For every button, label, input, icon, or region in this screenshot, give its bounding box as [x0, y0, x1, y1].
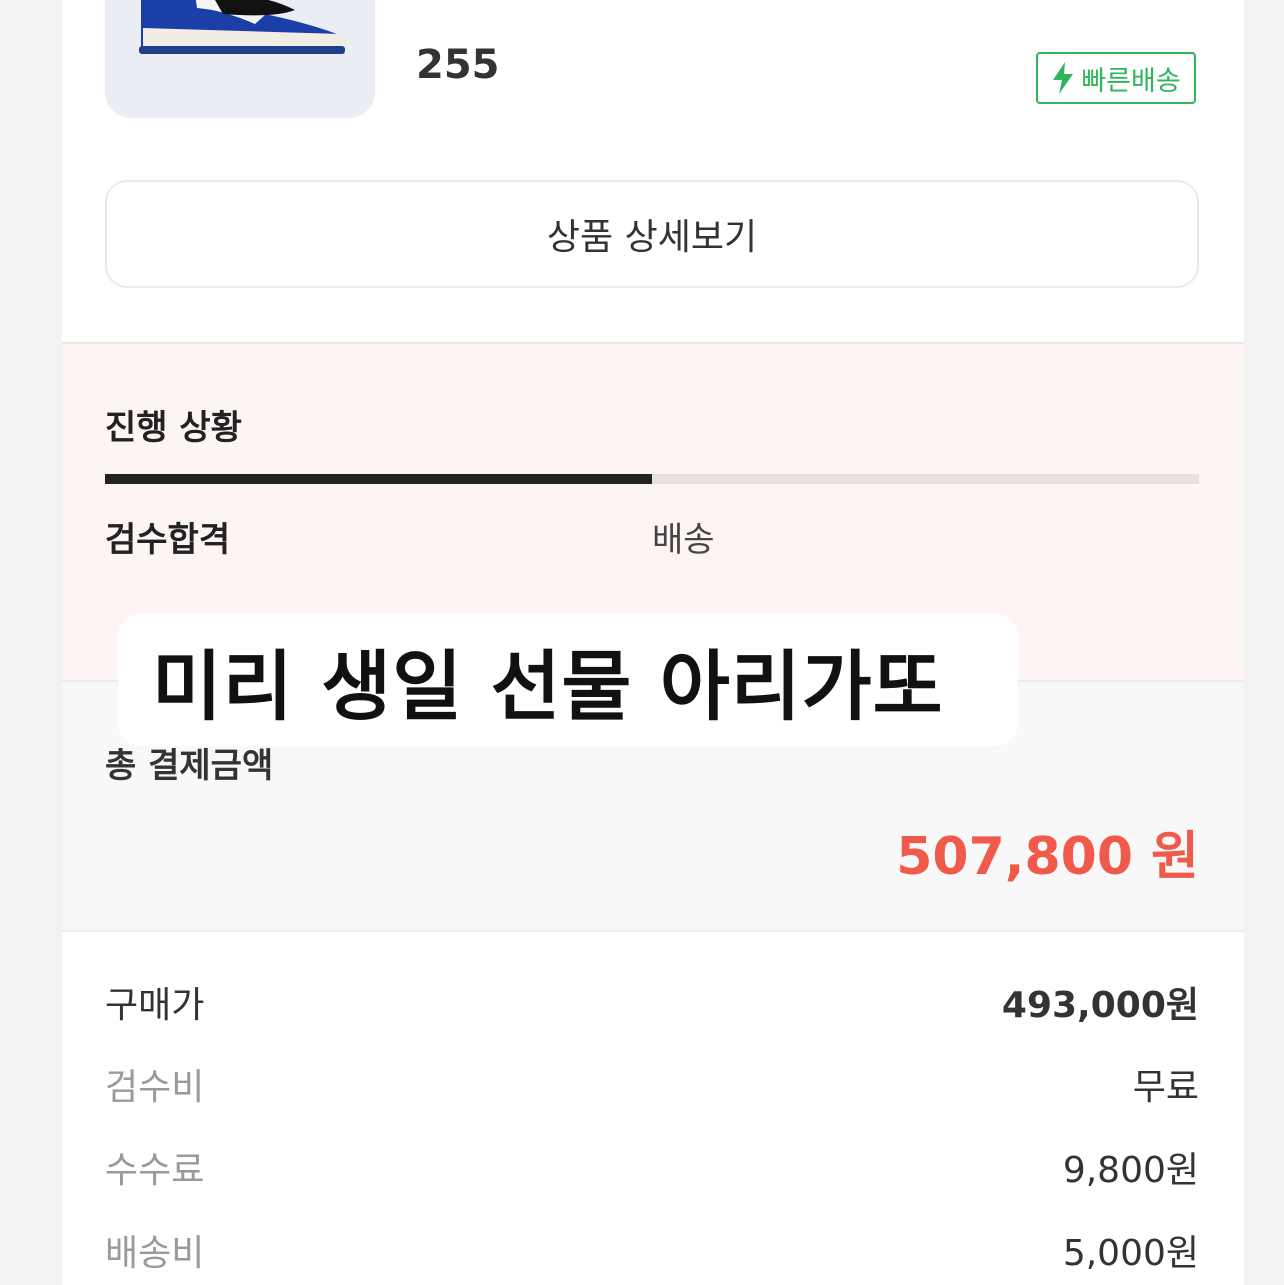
fast-delivery-badge: 빠른배송	[1036, 52, 1196, 104]
breakdown-row-purchase-price: 구매가 493,000원	[105, 972, 1199, 1032]
sneaker-image	[139, 0, 345, 54]
progress-title: 진행 상황	[105, 408, 242, 448]
progress-step-next: 배송	[652, 520, 715, 560]
breakdown-label: 수수료	[105, 1150, 205, 1191]
progress-fill	[105, 474, 652, 484]
fast-delivery-label: 빠른배송	[1081, 65, 1181, 97]
caption-overlay: 미리 생일 선물 아리가또	[118, 614, 1018, 746]
price-breakdown: 구매가 493,000원 검수비 무료 수수료 9,800원 배송비 5,000…	[62, 932, 1244, 1285]
breakdown-value: 무료	[1132, 1067, 1199, 1108]
breakdown-label: 검수비	[105, 1067, 205, 1108]
product-thumbnail[interactable]	[105, 0, 375, 118]
breakdown-row-shipping-fee: 배송비 5,000원	[105, 1220, 1199, 1280]
breakdown-value: 493,000원	[1001, 985, 1199, 1026]
progress-step-current: 검수합격	[105, 520, 231, 560]
total-payment-amount: 507,800 원	[896, 827, 1199, 887]
product-section: 255 빠른배송 상품 상세보기	[62, 0, 1244, 342]
progress-track	[105, 474, 1199, 484]
breakdown-value: 9,800원	[1062, 1150, 1199, 1191]
breakdown-label: 배송비	[105, 1233, 205, 1274]
product-size: 255	[416, 42, 500, 88]
lightning-icon	[1053, 62, 1074, 94]
breakdown-value: 5,000원	[1062, 1233, 1199, 1274]
breakdown-row-commission: 수수료 9,800원	[105, 1137, 1199, 1197]
breakdown-label: 구매가	[105, 985, 205, 1026]
breakdown-row-inspection-fee: 검수비 무료	[105, 1054, 1199, 1114]
product-detail-button[interactable]: 상품 상세보기	[105, 180, 1199, 288]
